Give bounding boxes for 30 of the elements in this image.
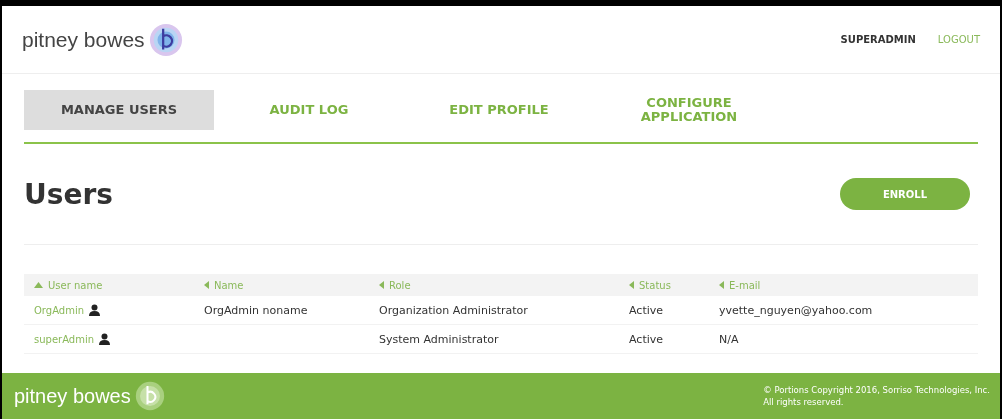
person-icon xyxy=(99,333,111,345)
column-header[interactable]: Role xyxy=(389,279,411,291)
person-icon xyxy=(89,304,101,316)
table-cell: Active xyxy=(629,332,664,346)
table-cell: Active xyxy=(629,303,664,317)
nav-tab[interactable]: CONFIGURE APPLICATION xyxy=(594,90,784,130)
copyright-text: © Portions Copyright 2016, Sorriso Technologies, Inc. xyxy=(763,384,990,396)
logo-icon xyxy=(134,381,165,411)
brand-name: pitney bowes xyxy=(14,384,131,408)
nav-tab[interactable]: AUDIT LOG xyxy=(214,90,404,130)
username-link[interactable]: superAdmin xyxy=(34,333,95,345)
username-link[interactable]: OrgAdmin xyxy=(34,304,85,316)
column-header[interactable]: E-mail xyxy=(729,279,761,291)
nav-tab[interactable]: MANAGE USERS xyxy=(24,90,214,130)
table-cell: N/A xyxy=(719,332,739,346)
table-cell: System Administrator xyxy=(379,332,499,346)
column-header[interactable]: Status xyxy=(639,279,671,291)
logout-link[interactable]: LOGOUT xyxy=(937,34,980,45)
column-header[interactable]: Name xyxy=(214,279,244,291)
table-cell: OrgAdmin noname xyxy=(204,303,308,317)
table-cell: yvette_nguyen@yahoo.com xyxy=(719,303,873,317)
enroll-button[interactable]: ENROLL xyxy=(840,178,970,210)
brand-name: pitney bowes xyxy=(22,27,145,52)
rights-text: All rights reserved. xyxy=(763,396,845,408)
column-header[interactable]: User name xyxy=(48,279,103,291)
page-title: Users xyxy=(24,177,113,211)
logo-icon xyxy=(148,22,183,57)
username-label: SUPERADMIN xyxy=(840,34,916,45)
nav-tab[interactable]: EDIT PROFILE xyxy=(404,90,594,130)
table-cell: Organization Administrator xyxy=(379,303,528,317)
